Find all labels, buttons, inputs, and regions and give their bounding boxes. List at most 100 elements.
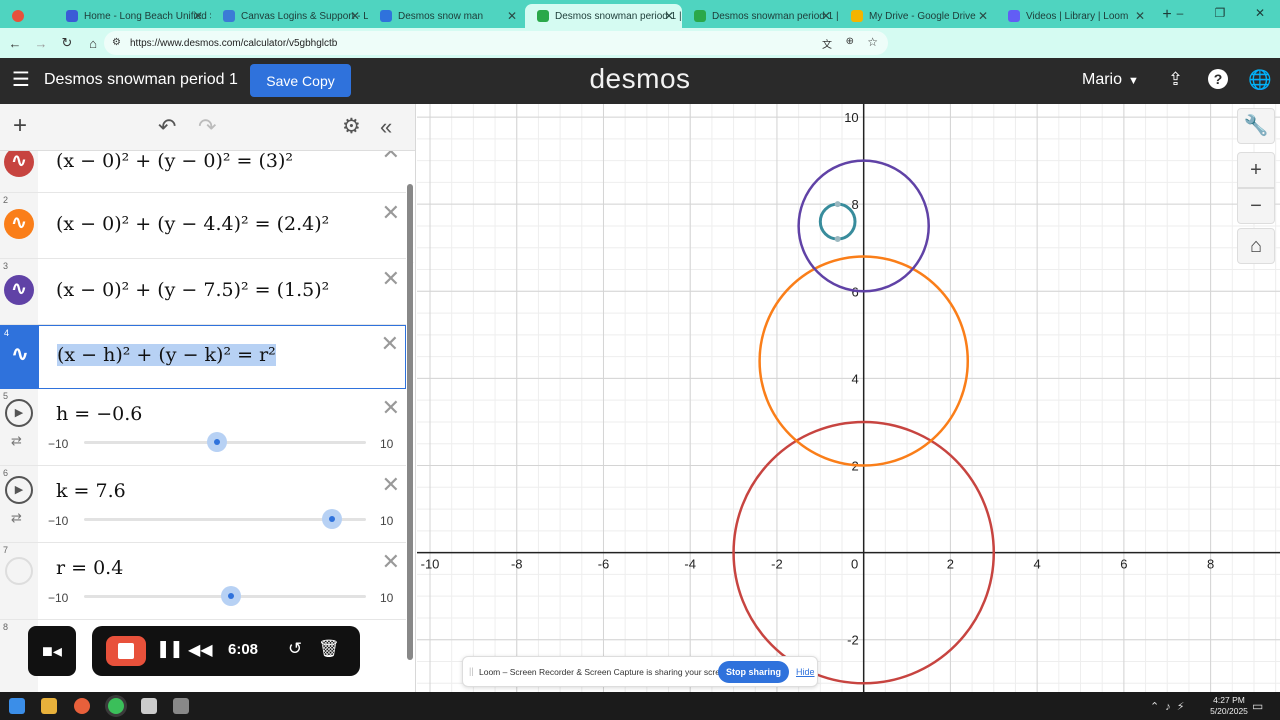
restart-icon[interactable]: ↺	[288, 639, 302, 659]
user-menu[interactable]: Mario ▼	[1082, 71, 1139, 89]
zoom-icon[interactable]: ⊕	[846, 36, 854, 47]
hide-banner-link[interactable]: Hide	[796, 667, 815, 677]
translate-icon[interactable]: 文	[822, 36, 832, 51]
slider-equation[interactable]: h = −0.6	[56, 403, 142, 425]
back-icon[interactable]: ←	[2, 36, 28, 51]
close-tab-icon[interactable]: ✕	[1135, 9, 1145, 23]
tab-desmos-snow-man[interactable]: Desmos snow man ✕	[368, 4, 525, 28]
save-copy-button[interactable]: Save Copy	[250, 64, 351, 97]
stop-recording-button[interactable]	[106, 636, 146, 666]
graph-style-icon[interactable]: ∿	[4, 209, 34, 239]
forward-icon[interactable]: →	[28, 36, 54, 51]
gear-icon[interactable]: ⚙	[342, 114, 361, 139]
tab-google-drive[interactable]: My Drive - Google Drive ✕	[839, 4, 996, 28]
slider-thumb[interactable]	[322, 509, 343, 529]
hidden-graph-toggle-icon[interactable]	[5, 557, 33, 585]
camera-app-icon[interactable]	[173, 698, 189, 714]
zoom-out-icon[interactable]: −	[1237, 188, 1275, 224]
expression-row-active[interactable]: 4 ∿ (x − h)² + (y − k)² = r² ✕	[0, 325, 406, 389]
expression-math[interactable]: (x − 0)² + (y − 0)² = (3)²	[56, 151, 293, 172]
chrome-icon[interactable]	[108, 698, 124, 714]
trash-icon[interactable]: 🗑	[318, 639, 340, 659]
graph-style-icon[interactable]: ∿	[5, 340, 35, 370]
play-icon[interactable]: ▶	[5, 399, 33, 427]
pause-icon[interactable]: ❚❚	[156, 639, 183, 659]
slider-max[interactable]: 10	[380, 514, 393, 528]
slider-equation[interactable]: r = 0.4	[56, 557, 123, 579]
loop-icon[interactable]: ⇄	[11, 510, 22, 526]
slider-min[interactable]: −10	[48, 591, 68, 605]
stop-sharing-button[interactable]: Stop sharing	[718, 661, 789, 683]
slider-min[interactable]: −10	[48, 437, 68, 451]
taskbar-time[interactable]: 4:27 PM	[1205, 695, 1253, 705]
graph-svg[interactable]: -10 -8 -6 -4 -2 0 2 4 6 8-2246810	[417, 104, 1280, 692]
close-tab-icon[interactable]: ✕	[507, 9, 517, 23]
slider-thumb[interactable]	[206, 432, 227, 452]
graph-title[interactable]: Desmos snowman period 1	[44, 71, 238, 89]
undo-icon[interactable]: ↶	[158, 114, 176, 140]
tab-desmos-snowman-active[interactable]: Desmos snowman period 1 | D ✕	[525, 4, 682, 28]
close-tab-icon[interactable]: ✕	[978, 9, 988, 23]
delete-expression-icon[interactable]: ✕	[382, 474, 400, 496]
graph-style-icon[interactable]: ∿	[4, 275, 34, 305]
zoom-in-icon[interactable]: +	[1237, 152, 1275, 188]
notification-icon[interactable]: ▭	[1252, 699, 1263, 713]
collapse-panel-icon[interactable]: «	[380, 114, 392, 140]
tab-desmos-snowman-2[interactable]: Desmos snowman period 1 | D ✕	[682, 4, 839, 28]
slider-thumb[interactable]	[220, 586, 241, 606]
slider-max[interactable]: 10	[380, 591, 393, 605]
close-window-icon[interactable]: ✕	[1240, 0, 1280, 28]
delete-expression-icon[interactable]: ✕	[381, 333, 399, 355]
file-explorer-icon[interactable]	[41, 698, 57, 714]
windows-start-icon[interactable]	[9, 698, 25, 714]
delete-expression-icon[interactable]: ✕	[382, 268, 400, 290]
loop-icon[interactable]: ⇄	[11, 433, 22, 449]
site-info-icon[interactable]: ⚙	[112, 37, 121, 48]
tab-loom-library[interactable]: Videos | Library | Loom ✕	[996, 4, 1153, 28]
close-tab-icon[interactable]: ✕	[821, 9, 831, 23]
globe-icon[interactable]: 🌐	[1248, 68, 1272, 92]
address-bar[interactable]: ⚙ https://www.desmos.com/calculator/v5gb…	[104, 31, 888, 55]
delete-expression-icon[interactable]: ✕	[382, 151, 400, 163]
slider-row-r[interactable]: 7 r = 0.4 ✕ −10 10	[0, 543, 406, 620]
tab-canvas-logins[interactable]: Canvas Logins & Support - Lon ✕	[211, 4, 368, 28]
rewind-icon[interactable]: ◀◀	[188, 640, 213, 660]
delete-expression-icon[interactable]: ✕	[382, 397, 400, 419]
home-icon[interactable]: ⌂	[80, 36, 106, 51]
close-tab-icon[interactable]: ✕	[193, 9, 203, 23]
expression-math[interactable]: (x − 0)² + (y − 7.5)² = (1.5)²	[56, 279, 329, 301]
slider-row-k[interactable]: 6 ▶ ⇄ k = 7.6 ✕ −10 10	[0, 466, 406, 543]
taskbar-date[interactable]: 5/20/2025	[1205, 706, 1253, 716]
restore-icon[interactable]: ❐	[1200, 0, 1240, 28]
hamburger-menu-icon[interactable]: ☰	[12, 70, 30, 90]
slider-min[interactable]: −10	[48, 514, 68, 528]
delete-expression-icon[interactable]: ✕	[382, 551, 400, 573]
share-icon[interactable]: ⇪	[1168, 69, 1183, 90]
app-icon[interactable]	[141, 698, 157, 714]
slider-max[interactable]: 10	[380, 437, 393, 451]
home-view-icon[interactable]: ⌂	[1237, 228, 1275, 264]
graph-canvas[interactable]: -10 -8 -6 -4 -2 0 2 4 6 8 -2 2 4 6 8 10	[417, 104, 1280, 692]
expression-scrollbar[interactable]	[407, 184, 413, 660]
system-tray-icons[interactable]: ⌃♪⚡	[1150, 700, 1190, 713]
reload-icon[interactable]: ↻	[54, 35, 80, 51]
expression-row[interactable]: ∿ (x − 0)² + (y − 0)² = (3)² ✕	[0, 151, 406, 193]
expression-row[interactable]: 2 ∿ (x − 0)² + (y − 4.4)² = (2.4)² ✕	[0, 193, 406, 259]
firefox-icon[interactable]	[74, 698, 90, 714]
play-icon[interactable]: ▶	[5, 476, 33, 504]
close-tab-icon[interactable]: ✕	[664, 9, 674, 23]
close-tab-icon[interactable]: ✕	[350, 9, 360, 23]
slider-row-h[interactable]: 5 ▶ ⇄ h = −0.6 ✕ −10 10	[0, 389, 406, 466]
expression-row[interactable]: 3 ∿ (x − 0)² + (y − 7.5)² = (1.5)² ✕	[0, 259, 406, 325]
help-icon[interactable]: ?	[1208, 69, 1228, 89]
expression-math-selected[interactable]: (x − h)² + (y − k)² = r²	[57, 344, 276, 366]
graph-style-icon[interactable]: ∿	[4, 151, 34, 177]
tab-lbusd-home[interactable]: Home - Long Beach Unified Sc ✕	[54, 4, 211, 28]
delete-expression-icon[interactable]: ✕	[382, 202, 400, 224]
add-item-icon[interactable]: +	[13, 114, 27, 138]
drag-handle-icon[interactable]: ||	[469, 666, 474, 676]
redo-icon[interactable]: ↷	[198, 114, 216, 140]
slider-equation[interactable]: k = 7.6	[56, 480, 126, 502]
bookmark-star-icon[interactable]: ☆	[867, 35, 878, 49]
expression-math[interactable]: (x − 0)² + (y − 4.4)² = (2.4)²	[56, 213, 329, 235]
